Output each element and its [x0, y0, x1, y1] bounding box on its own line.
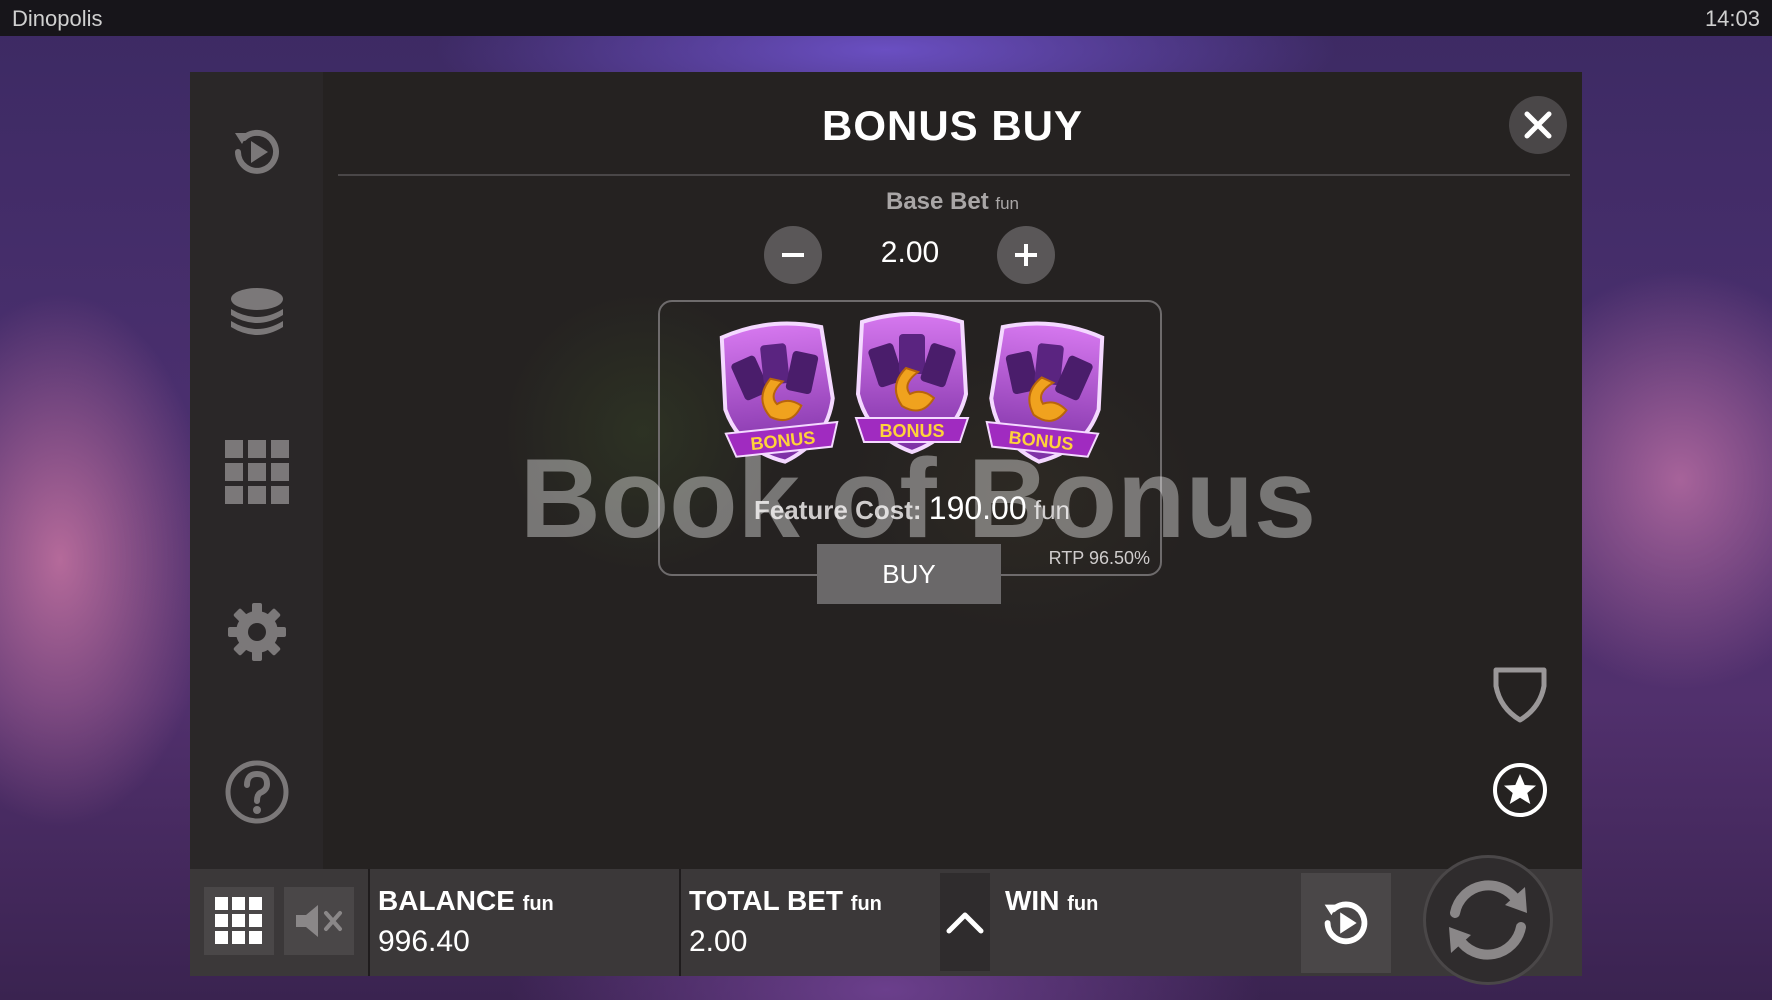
gear-icon: [228, 603, 286, 661]
win-unit: fun: [1067, 893, 1099, 915]
feature-cost-value: 190.00: [928, 490, 1027, 526]
close-icon: [1524, 111, 1552, 139]
decrease-bet-button[interactable]: [764, 226, 822, 284]
base-bet-value: 2.00: [880, 236, 940, 269]
bonus-grid-icon: [225, 440, 289, 504]
system-status-bar: Dinopolis 14:03: [0, 0, 1772, 36]
feature-cost-unit: fun: [1033, 495, 1071, 525]
coin-stack-icon: [231, 288, 283, 335]
autoplay-icon: [1324, 901, 1368, 945]
autoplay-button[interactable]: [1301, 873, 1391, 973]
sound-toggle-button[interactable]: [284, 887, 354, 955]
feature-cost-label: Feature Cost:: [753, 495, 922, 525]
game-frame: BONUS BUY Base Bet fun 2.00 BONUS BONUS …: [190, 72, 1582, 985]
bottom-divider: [368, 869, 370, 976]
bottom-divider: [679, 869, 681, 976]
shield-button[interactable]: [1490, 664, 1550, 724]
bonus-buy-menu-button[interactable]: [224, 439, 290, 505]
total-bet-value: 2.00: [689, 925, 748, 958]
win-label: WIN fun: [1005, 885, 1098, 917]
settings-button[interactable]: [224, 599, 290, 665]
bottom-bar: BALANCE fun 996.40 TOTAL BET fun 2.00 WI…: [190, 855, 1582, 985]
menu-grid-button[interactable]: [204, 887, 274, 955]
star-icon: [1493, 763, 1547, 817]
bonus-symbol-icon: BONUS: [985, 321, 1105, 464]
help-icon: [225, 760, 289, 824]
spin-icon: [1449, 880, 1527, 960]
dialog-divider: [338, 174, 1570, 176]
buy-button[interactable]: BUY: [817, 544, 1001, 604]
plus-icon: [1015, 244, 1037, 266]
increase-bet-button[interactable]: [997, 226, 1055, 284]
total-bet-label: TOTAL BET fun: [689, 885, 882, 917]
win-label-text: WIN: [1005, 885, 1060, 916]
close-button[interactable]: [1509, 96, 1567, 154]
favorite-button[interactable]: [1490, 760, 1550, 820]
rtp-label: RTP 96.50%: [1048, 548, 1150, 568]
side-menu: [190, 72, 323, 869]
speaker-muted-icon: [296, 905, 342, 937]
dialog-title: BONUS BUY: [821, 102, 1084, 149]
base-bet-unit: fun: [995, 194, 1020, 213]
bonus-symbol-icon: BONUS: [854, 312, 970, 455]
bet-menu-button[interactable]: [224, 279, 290, 345]
total-bet-unit: fun: [850, 893, 882, 915]
balance-label-text: BALANCE: [378, 885, 515, 916]
balance-unit: fun: [522, 893, 554, 915]
bonus-symbol-icon: BONUS: [719, 321, 839, 464]
menu-grid-icon: [215, 897, 262, 944]
shield-icon: [1493, 667, 1547, 723]
autoplay-icon: [235, 129, 279, 174]
clock: 14:03: [1704, 6, 1760, 31]
app-title: Dinopolis: [12, 6, 103, 31]
help-button[interactable]: [224, 759, 290, 825]
feature-cost: Feature Cost: 190.00 fun: [660, 490, 1164, 527]
base-bet-label: Base Bet fun: [323, 188, 1582, 216]
total-bet-label-text: TOTAL BET: [689, 885, 843, 916]
autoplay-menu-button[interactable]: [224, 119, 290, 185]
balance-value: 996.40: [378, 925, 470, 958]
minus-icon: [782, 253, 804, 257]
bonus-feature-card: BONUS BONUS BONUS Feature Cost: 190.00 f…: [658, 300, 1162, 576]
bonus-symbols-illustration: BONUS BONUS BONUS: [719, 312, 1105, 464]
balance-label: BALANCE fun: [378, 885, 554, 917]
chevron-up-icon: [946, 912, 984, 934]
svg-text:BONUS: BONUS: [879, 421, 944, 441]
bet-expand-button[interactable]: [940, 873, 990, 971]
base-bet-label-text: Base Bet: [885, 188, 989, 215]
spin-button[interactable]: [1423, 855, 1553, 985]
